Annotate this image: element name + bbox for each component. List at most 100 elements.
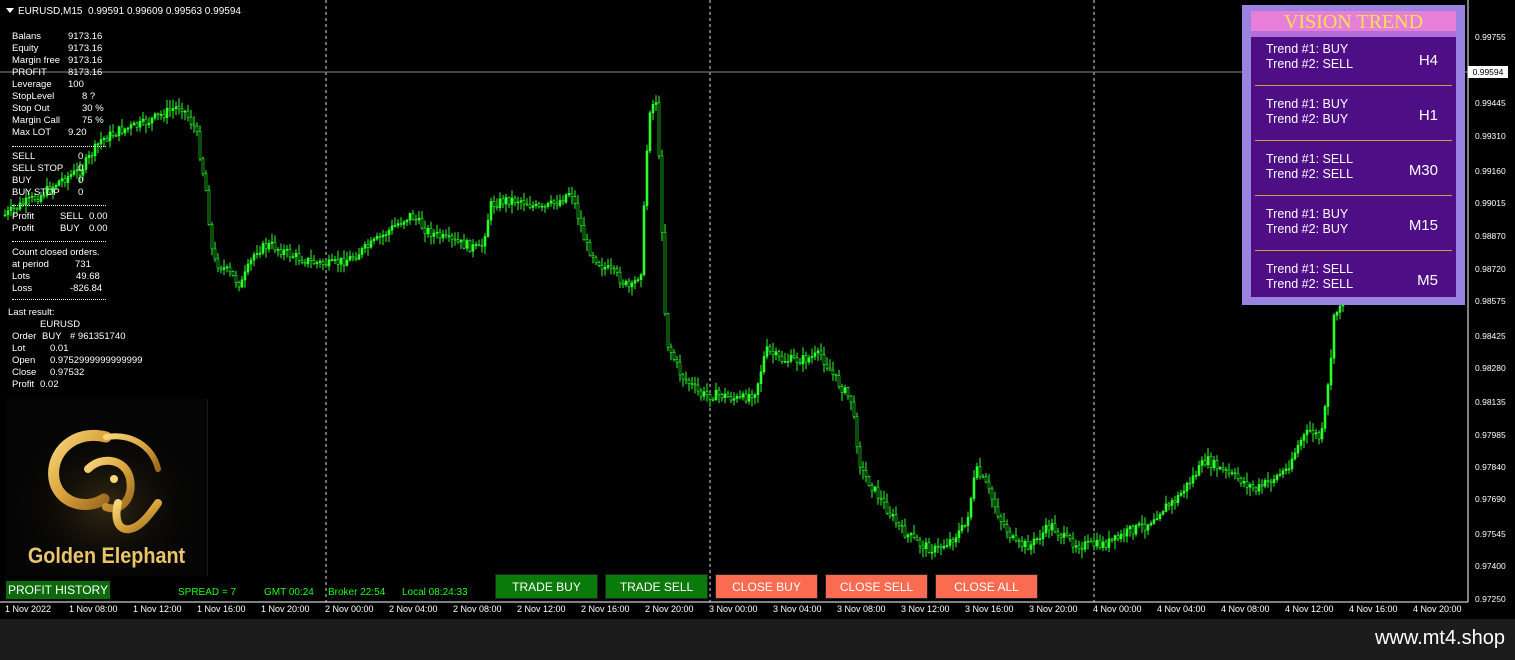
last-result-symbol: EURUSD [40, 319, 81, 330]
candle-body [1008, 531, 1012, 538]
candle-body [624, 280, 628, 285]
candle-body [1200, 460, 1204, 466]
candle-body [585, 239, 589, 243]
candle-body [255, 253, 259, 255]
candle-body [591, 254, 595, 258]
trade-buy-button[interactable]: TRADE BUY [495, 574, 598, 599]
candle-body [447, 235, 451, 238]
candle-body [174, 106, 178, 109]
dropdown-triangle-icon[interactable] [6, 8, 14, 13]
time-tick-label: 3 Nov 00:00 [709, 604, 758, 614]
candle-body [1104, 541, 1108, 548]
time-tick-label: 3 Nov 12:00 [901, 604, 950, 614]
candle-body [1074, 545, 1078, 548]
candle-body [489, 201, 493, 221]
candle-body [555, 203, 559, 206]
info-separator [12, 299, 106, 300]
vision-trend-title: VISION TREND [1251, 11, 1456, 33]
candle-body [222, 267, 226, 270]
candle-body [1311, 430, 1315, 435]
candle-body [105, 137, 109, 142]
time-tick-label: 4 Nov 16:00 [1349, 604, 1398, 614]
candle-body [474, 244, 478, 246]
account-label: Stop Out [12, 103, 50, 114]
candle-body [492, 201, 496, 207]
time-tick-label: 4 Nov 08:00 [1221, 604, 1270, 614]
candle-body [345, 259, 349, 266]
candle-body [291, 256, 295, 259]
current-price-tag: 0.99594 [1468, 66, 1508, 78]
account-value: 100 [68, 79, 84, 90]
candle-body [378, 236, 382, 238]
order-type-label: SELL STOP [12, 163, 64, 174]
candle-body [534, 203, 538, 207]
profit-history-button[interactable]: PROFIT HISTORY [6, 581, 110, 599]
candle-body [390, 225, 394, 231]
price-tick-label: 0.99310 [1475, 131, 1506, 141]
last-lot-label: Lot [12, 343, 26, 354]
candle-body [711, 398, 715, 401]
candle-body [1020, 540, 1024, 547]
trend-1-label: Trend #1: BUY [1266, 97, 1349, 111]
candle-body [1269, 480, 1273, 484]
timeframe-label: H4 [1418, 52, 1438, 69]
candle-body [660, 155, 664, 233]
candle-body [600, 264, 604, 270]
candle-body [684, 378, 688, 381]
candle-body [468, 240, 472, 252]
candle-body [126, 127, 130, 130]
candle-body [1134, 524, 1138, 535]
candle-body [756, 383, 760, 396]
close-all-button[interactable]: CLOSE ALL [935, 574, 1038, 599]
candle-body [387, 229, 391, 235]
candle-body [531, 205, 535, 208]
candle-body [732, 398, 736, 401]
candle-body [510, 197, 514, 205]
trade-sell-button[interactable]: TRADE SELL [605, 574, 708, 599]
candle-body [609, 265, 613, 269]
candle-body [714, 389, 718, 401]
time-tick-label: 2 Nov 16:00 [581, 604, 630, 614]
vision-trend-row: Trend #1: BUY Trend #2: SELL H4 [1251, 37, 1456, 92]
candle-body [828, 367, 832, 371]
candle-body [1296, 445, 1300, 454]
candle-body [87, 154, 91, 159]
candle-body [630, 282, 634, 288]
price-tick-label: 0.97250 [1475, 594, 1506, 604]
candle-body [1113, 535, 1117, 541]
profit-value: 0.00 [89, 223, 108, 234]
candle-body [225, 266, 229, 269]
candle-body [525, 203, 529, 206]
candle-body [1233, 472, 1237, 475]
candle-body [153, 113, 157, 119]
candle-body [1329, 357, 1333, 386]
trend-1-label: Trend #1: BUY [1266, 42, 1349, 56]
candle-body [1170, 500, 1174, 506]
candle-body [1161, 511, 1165, 515]
candle-body [762, 356, 766, 373]
candle-body [276, 249, 280, 251]
candle-body [480, 245, 484, 247]
candle-body [357, 254, 361, 260]
candle-body [477, 244, 481, 246]
candle-body [879, 497, 883, 500]
time-tick-label: 1 Nov 12:00 [133, 604, 182, 614]
closed-value: 731 [75, 259, 91, 270]
candle-body [558, 200, 562, 206]
candle-body [921, 545, 925, 550]
candle-body [1326, 384, 1330, 407]
order-count: 0 [78, 151, 84, 162]
price-tick-label: 0.98135 [1475, 397, 1506, 407]
last-close-value: 0.97532 [50, 367, 85, 378]
close-sell-button[interactable]: CLOSE SELL [825, 574, 928, 599]
trend-2-label: Trend #2: SELL [1266, 167, 1354, 181]
candle-body [771, 350, 775, 356]
candle-body [804, 355, 808, 363]
close-buy-button[interactable]: CLOSE BUY [715, 574, 818, 599]
candle-body [258, 252, 262, 255]
price-tick-label: 0.97400 [1475, 561, 1506, 571]
vision-trend-row: Trend #1: SELL Trend #2: SELL M5 [1251, 257, 1456, 312]
account-value: 75 % [82, 115, 104, 126]
price-tick-label: 0.99160 [1475, 166, 1506, 176]
candle-body [1116, 535, 1120, 540]
